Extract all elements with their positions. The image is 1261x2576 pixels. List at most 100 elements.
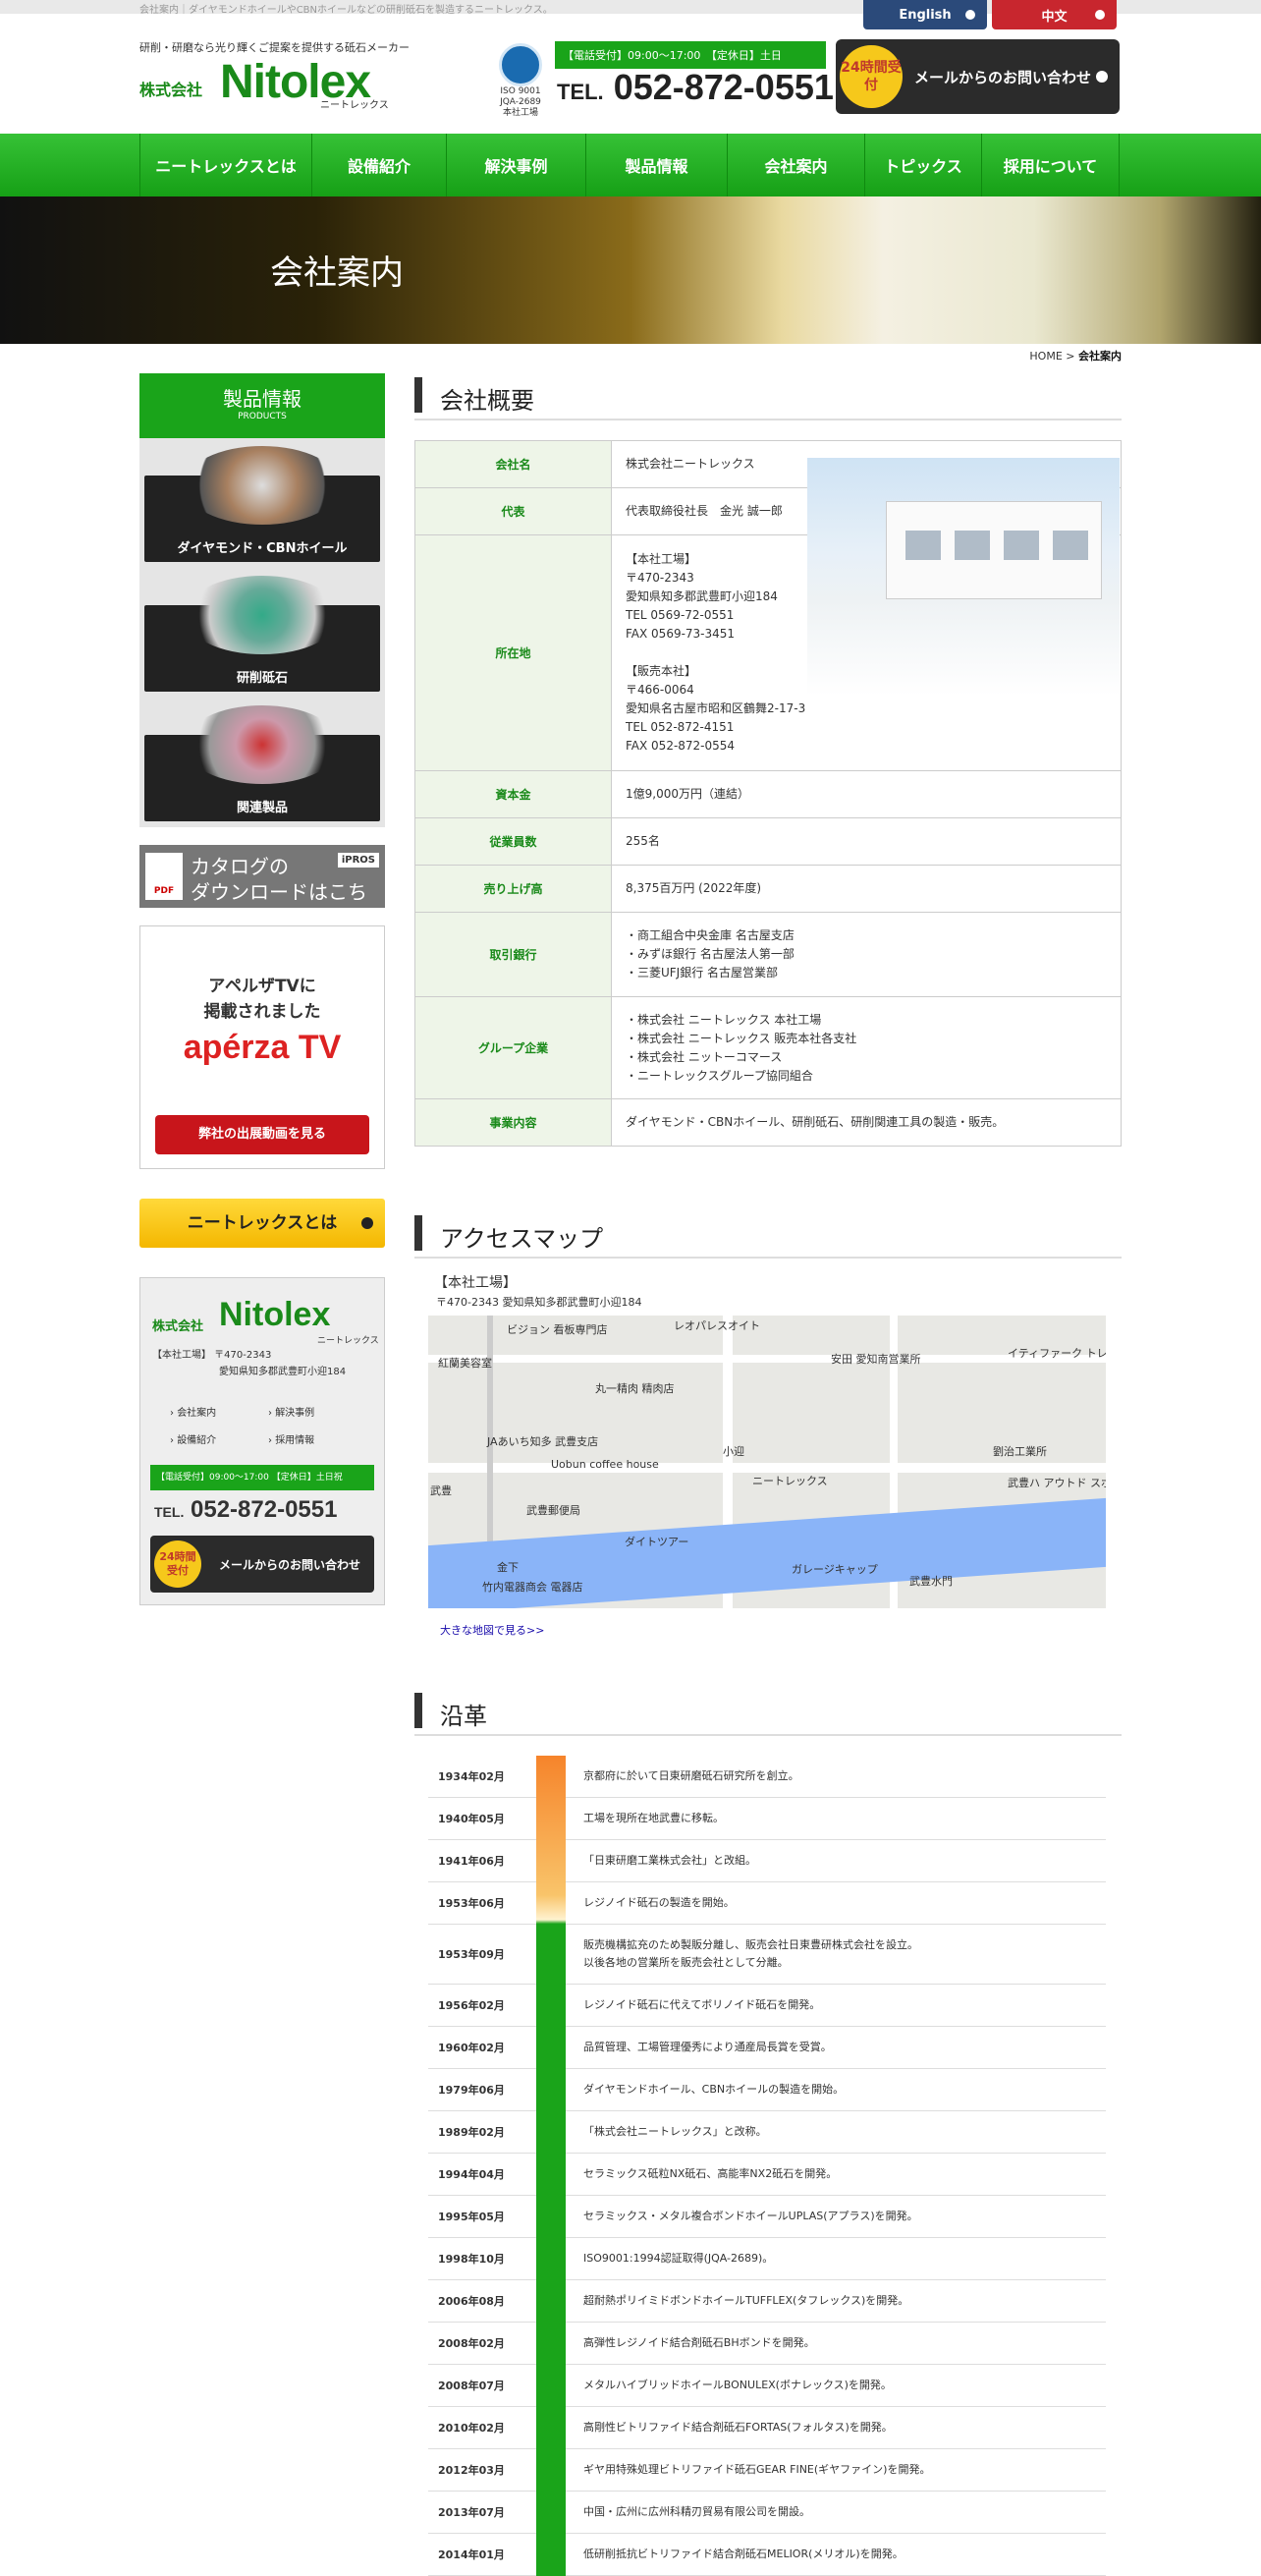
- history-date: 2010年02月: [438, 2422, 505, 2435]
- products-list: ダイヤモンド・CBNホイール 研削砥石 関連製品: [139, 438, 385, 827]
- link-cases[interactable]: › 解決事例: [268, 1400, 366, 1428]
- aperza-banner[interactable]: アペルザTVに 掲載されました apérza TV 弊社の出展動画を見る: [139, 925, 385, 1169]
- chinese-label: 中文: [1041, 9, 1068, 25]
- nav-about[interactable]: ニートレックスとは: [140, 134, 312, 196]
- history-row: 1953年09月 販売機構拡充のため製販分離し、販売会社日東豊研株式会社を設立。 …: [428, 1925, 1106, 1985]
- map-label: 紅蘭美容室: [438, 1357, 492, 1370]
- address-text: 【本社工場】 〒470-2343 愛知県知多郡武豊町小迎184: [152, 1347, 346, 1380]
- iso-badge: ISO 9001 JQA-2689 本社工場: [496, 43, 545, 130]
- nav-products[interactable]: 製品情報: [586, 134, 728, 196]
- history-text: レジノイド砥石に代えてボリノイド砥石を開発。: [583, 1998, 821, 2011]
- nav-recruit[interactable]: 採用について: [982, 134, 1120, 196]
- mail-label: メールからのお問い合わせ: [914, 69, 1092, 86]
- history-date: 1994年04月: [438, 2168, 505, 2181]
- breadcrumb-sep: >: [1062, 350, 1078, 363]
- iso-icon: [499, 43, 542, 86]
- mail-label: メールからのお問い合わせ: [219, 1558, 361, 1572]
- google-map[interactable]: レオパレスオイト ビジョン 看板専門店 紅蘭美容室 丸一精肉 精肉店 安田 愛知南営業所…: [428, 1316, 1106, 1608]
- history-text: ダイヤモンドホイール、CBNホイールの製造を開始。: [583, 2083, 845, 2096]
- overview-key: 事業内容: [414, 1098, 612, 1147]
- address-logo: Nitolex: [219, 1296, 331, 1333]
- nav-cases[interactable]: 解決事例: [447, 134, 586, 196]
- aperza-video-button[interactable]: 弊社の出展動画を見る: [155, 1115, 369, 1154]
- nav-equipment[interactable]: 設備紹介: [312, 134, 447, 196]
- history-row: 1960年02月 品質管理、工場管理優秀により通産局長賞を受賞。: [428, 2027, 1106, 2069]
- map-label: ダイトツアー: [625, 1536, 689, 1548]
- chinese-button[interactable]: 中文: [992, 0, 1117, 29]
- map-label: 小迎: [723, 1445, 744, 1458]
- history-row: 1989年02月 「株式会社ニートレックス」と改称。: [428, 2111, 1106, 2154]
- pdf-icon: PDF: [145, 853, 183, 900]
- overview-row: 事業内容 ダイヤモンド・CBNホイール、研削砥石、研削関連工具の製造・販売。: [414, 1098, 1122, 1147]
- 24h-badge: 24時間受付: [840, 45, 903, 108]
- phone-number: 052-872-0551: [613, 67, 834, 107]
- product-diamond-cbn[interactable]: ダイヤモンド・CBNホイール: [144, 446, 380, 562]
- link-equipment[interactable]: › 設備紹介: [170, 1428, 268, 1455]
- history-date: 1934年02月: [438, 1770, 505, 1783]
- global-nav: ニートレックスとは 設備紹介 解決事例 製品情報 会社案内 トピックス 採用につ…: [0, 134, 1261, 196]
- map-label: Uobun coffee house: [551, 1458, 659, 1471]
- history-row: 1940年05月 工場を現所在地武豊に移転。: [428, 1798, 1106, 1840]
- map-label: ニートレックス: [752, 1475, 828, 1487]
- product-grinding-stone[interactable]: 研削砥石: [144, 576, 380, 692]
- history-date: 1940年05月: [438, 1813, 505, 1825]
- history-text: メタルハイブリッドホイールBONULEX(ボナレックス)を開発。: [583, 2379, 892, 2391]
- map-label: 武豊ハ アウトド スポーツ: [1008, 1477, 1106, 1489]
- history-text: 京都府に於いて日東研磨砥石研究所を創立。: [583, 1769, 799, 1782]
- history-date: 1998年10月: [438, 2253, 505, 2266]
- map-label: 武豊水門: [909, 1575, 953, 1588]
- history-date: 1960年02月: [438, 2042, 505, 2054]
- arrow-icon: [361, 1217, 373, 1229]
- heading-bar: [414, 1215, 422, 1251]
- breadcrumb-home[interactable]: HOME: [1029, 350, 1062, 363]
- about-button[interactable]: ニートレックスとは: [139, 1199, 385, 1248]
- window-shape: [1053, 531, 1088, 560]
- map-road: [428, 1463, 1106, 1473]
- history-row: 1934年02月 京都府に於いて日東研磨砥石研究所を創立。: [428, 1756, 1106, 1798]
- product-related[interactable]: 関連製品: [144, 705, 380, 821]
- map-label: 竹内電器商会 電器店: [482, 1581, 583, 1594]
- product-label: ダイヤモンド・CBNホイール: [177, 541, 348, 556]
- overview-value: 8,375百万円 (2022年度): [611, 865, 1122, 913]
- address-phone[interactable]: TEL. 052-872-0551: [154, 1496, 337, 1524]
- map-label: 劉治工業所: [993, 1445, 1047, 1458]
- iso-line-3: 本社工場: [502, 108, 538, 118]
- catalog-download-banner[interactable]: PDF カタログの ダウンロードはこちら iPROS: [139, 845, 385, 932]
- window-shape: [905, 531, 941, 560]
- products-header: 製品情報 PRODUCTS: [139, 373, 385, 438]
- iso-line-2: JQA-2689: [500, 97, 541, 107]
- history-date: 2013年07月: [438, 2506, 505, 2519]
- map-label: 丸一精肉 精肉店: [595, 1382, 675, 1395]
- history-row: 2013年07月 中国・広州に広州科精刃貿易有限公司を開設。: [428, 2492, 1106, 2534]
- heading-bar: [414, 377, 422, 413]
- history-row: 2012年03月 ギヤ用特殊処理ビトリファイド砥石GEAR FINE(ギヤファイン…: [428, 2449, 1106, 2492]
- nav-topics[interactable]: トピックス: [865, 134, 982, 196]
- header-phone[interactable]: TEL. 052-872-0551: [557, 67, 834, 108]
- history-date: 1995年05月: [438, 2211, 505, 2223]
- timeline-bar: [536, 1756, 566, 2576]
- access-address: 〒470-2343 愛知県知多郡武豊町小迎184: [436, 1296, 642, 1309]
- english-button[interactable]: English: [863, 0, 987, 29]
- link-recruit[interactable]: › 採用情報: [268, 1428, 366, 1455]
- history-title: 沿革: [440, 1703, 487, 1730]
- map-label: 安田 愛知南営業所: [831, 1353, 921, 1366]
- map-road: [428, 1355, 1106, 1363]
- products-subtitle: PRODUCTS: [238, 412, 287, 421]
- wheel-image: [184, 705, 341, 784]
- overview-key: グループ企業: [414, 996, 612, 1099]
- overview-key: 取引銀行: [414, 912, 612, 997]
- overview-key: 資本金: [414, 770, 612, 818]
- sidebar-mail-button[interactable]: 24時間受付 メールからのお問い合わせ: [150, 1536, 374, 1593]
- large-map-link[interactable]: 大きな地図で見る>>: [414, 1622, 1122, 1638]
- history-row: 2008年02月 高弾性レジノイド結合剤砥石BHボンドを開発。: [428, 2323, 1106, 2365]
- logo-company[interactable]: 株式会社: [139, 77, 202, 100]
- aperza-text: アペルザTVに 掲載されました: [140, 974, 384, 1025]
- link-company[interactable]: › 会社案内: [170, 1400, 268, 1428]
- overview-key: 会社名: [414, 440, 612, 488]
- history-text: レジノイド砥石の製造を開始。: [583, 1896, 735, 1909]
- mail-contact-button[interactable]: 24時間受付 メールからのお問い合わせ: [836, 39, 1120, 114]
- overview-row: 資本金 1億9,000万円（連結）: [414, 770, 1122, 818]
- nav-company[interactable]: 会社案内: [728, 134, 865, 196]
- history-date: 2008年07月: [438, 2380, 505, 2392]
- address-line-2: 愛知県知多郡武豊町小迎184: [219, 1367, 347, 1377]
